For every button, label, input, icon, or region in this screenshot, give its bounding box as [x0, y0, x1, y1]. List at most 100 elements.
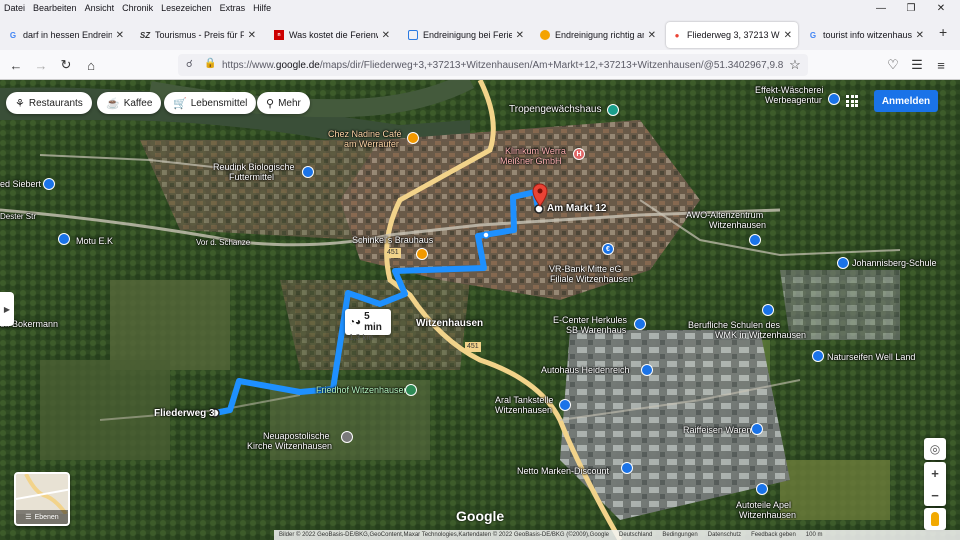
school-icon[interactable] — [762, 304, 774, 316]
shopping-icon[interactable] — [751, 423, 763, 435]
place-johannisberg[interactable]: Johannisberg-Schule — [852, 258, 937, 268]
place-apel[interactable]: Autoteile Apel — [736, 500, 791, 510]
maximize-icon[interactable]: ❐ — [896, 0, 926, 16]
menu-extras[interactable]: Extras — [216, 3, 250, 13]
zoom-out-button[interactable]: − — [931, 488, 939, 503]
shop-icon[interactable] — [43, 178, 55, 190]
place-neuapostolische[interactable]: Neuapostolische — [263, 431, 330, 441]
close-window-icon[interactable]: ✕ — [926, 0, 956, 16]
place-awo[interactable]: AWO-Altenzentrum — [686, 210, 763, 220]
car-icon[interactable] — [641, 364, 653, 376]
chip-kaffee[interactable]: ☕ Kaffee — [97, 92, 162, 114]
menu-bearbeiten[interactable]: Bearbeiten — [29, 3, 81, 13]
menu-icon[interactable]: ≡ — [932, 56, 950, 74]
chip-mehr[interactable]: ⚲ Mehr — [257, 92, 310, 114]
bank-icon[interactable]: € — [602, 243, 614, 255]
place-witzenhausen[interactable]: Witzenhausen — [416, 319, 483, 329]
collapse-panel-button[interactable]: ▶ — [0, 292, 14, 326]
place-friedhof[interactable]: Friedhof Witzenhausen — [316, 385, 409, 395]
place-tropengewaechshaus[interactable]: Tropengewächshaus — [509, 105, 601, 115]
restaurant-icon[interactable] — [416, 248, 428, 260]
place-autohaus[interactable]: Autohaus Heidenreich — [541, 365, 630, 375]
pegman-icon[interactable] — [924, 508, 946, 530]
tab-0[interactable]: G darf in hessen Endreinigun ✕ — [2, 22, 130, 48]
menu-chronik[interactable]: Chronik — [118, 3, 157, 13]
place-klinikum[interactable]: Klinikum Werra — [505, 146, 566, 156]
place-netto[interactable]: Netto Marken-Discount — [517, 466, 609, 476]
scale-bar[interactable]: 100 m — [801, 532, 828, 538]
shop-icon[interactable] — [302, 166, 314, 178]
tab-1[interactable]: SZ Tourismus - Preis für Ferie ✕ — [134, 22, 262, 48]
my-location-icon[interactable]: ◎ — [924, 438, 946, 460]
signin-button[interactable]: Anmelden — [874, 90, 938, 112]
shopping-icon[interactable] — [621, 462, 633, 474]
place-raiffeisen[interactable]: Raiffeisen Waren — [683, 425, 752, 435]
place-ecenter[interactable]: E-Center Herkules — [553, 315, 627, 325]
menu-lesezeichen[interactable]: Lesezeichen — [157, 3, 216, 13]
chip-lebensmittel[interactable]: 🛒 Lebensmittel — [164, 92, 257, 114]
zoom-in-button[interactable]: + — [931, 466, 939, 481]
close-icon[interactable]: ✕ — [248, 30, 256, 41]
place-reudink[interactable]: Reudink Biologische — [213, 162, 295, 172]
tab-2[interactable]: n Was kostet die Ferienwohn ✕ — [268, 22, 396, 48]
footer-privacy-link[interactable]: Datenschutz — [703, 532, 746, 538]
shopping-icon[interactable] — [634, 318, 646, 330]
footer-country[interactable]: Deutschland — [614, 532, 657, 538]
forward-icon[interactable]: → — [32, 56, 50, 74]
church-icon[interactable] — [341, 431, 353, 443]
url-bar[interactable]: ☌ 🔒 https://www. google.de/maps/dir/Flied… — [178, 54, 808, 76]
minimize-icon[interactable]: — — [866, 0, 896, 16]
close-icon[interactable]: ✕ — [648, 30, 656, 41]
new-tab-icon[interactable]: + — [939, 24, 947, 40]
chip-restaurants[interactable]: ⚘ Restaurants — [6, 92, 92, 114]
close-icon[interactable]: ✕ — [916, 30, 924, 41]
home-icon[interactable]: ⌂ — [82, 56, 100, 74]
layers-button[interactable]: ☰ Ebenen — [14, 472, 70, 526]
tab-3[interactable]: Endreinigung bei Ferienwo ✕ — [402, 22, 530, 48]
apps-grid-icon[interactable] — [846, 95, 858, 107]
place-motu[interactable]: Motu E.K — [76, 236, 113, 246]
car-icon[interactable] — [756, 483, 768, 495]
library-icon[interactable]: ☰ — [908, 56, 926, 74]
lock-icon[interactable]: 🔒 — [204, 58, 216, 69]
reload-icon[interactable]: ↻ — [57, 56, 75, 74]
map-canvas[interactable]: Tropengewächshaus Effekt-Wäscherei Werbe… — [0, 80, 960, 540]
tab-6[interactable]: G tourist info witzenhausen ✕ — [802, 22, 930, 48]
route-destination-label[interactable]: Am Markt 12 — [547, 204, 606, 214]
place-siebert[interactable]: ed Siebert — [0, 179, 41, 189]
place-aral[interactable]: Aral Tankstelle — [495, 395, 553, 405]
place-vrbank[interactable]: VR-Bank Mitte eG — [549, 264, 622, 274]
school-icon[interactable] — [837, 257, 849, 269]
route-info-box[interactable]: ◔◕ 5 min 1,3 km — [345, 309, 391, 342]
cemetery-icon[interactable] — [405, 384, 417, 396]
place-schinkel[interactable]: Schinkel's Brauhaus — [352, 235, 433, 245]
tab-4[interactable]: Endreinigung richtig angeb ✕ — [534, 22, 662, 48]
close-icon[interactable]: ✕ — [516, 30, 524, 41]
place-effekt-waescherei[interactable]: Effekt-Wäscherei — [755, 85, 823, 95]
shop-icon[interactable] — [58, 233, 70, 245]
close-icon[interactable]: ✕ — [784, 30, 792, 41]
close-icon[interactable]: ✕ — [382, 30, 390, 41]
close-icon[interactable]: ✕ — [116, 30, 124, 41]
hospital-icon[interactable]: H — [573, 148, 585, 160]
menu-datei[interactable]: Datei — [0, 3, 29, 13]
footer-terms-link[interactable]: Bedingungen — [657, 532, 702, 538]
place-naturseifen[interactable]: Naturseifen Well Land — [827, 352, 915, 362]
cafe-icon[interactable] — [407, 132, 419, 144]
tracking-shield-icon[interactable]: ☌ — [186, 59, 193, 70]
bookmark-star-icon[interactable]: ☆ — [786, 56, 804, 74]
shop-icon[interactable] — [828, 93, 840, 105]
route-start-label[interactable]: Fliederweg 3 — [154, 409, 215, 419]
menu-ansicht[interactable]: Ansicht — [81, 3, 119, 13]
tab-5[interactable]: ● Fliederweg 3, 37213 Witze ✕ — [666, 22, 798, 48]
gas-station-icon[interactable] — [559, 399, 571, 411]
shopping-icon[interactable] — [812, 350, 824, 362]
place-berufliche-schulen[interactable]: Berufliche Schulen des — [688, 320, 780, 330]
garden-icon[interactable] — [607, 104, 619, 116]
place-chez-nadine[interactable]: Chez Nadine Café — [328, 129, 402, 139]
menu-hilfe[interactable]: Hilfe — [249, 3, 275, 13]
back-icon[interactable]: ← — [7, 56, 25, 74]
pocket-icon[interactable]: ♡ — [884, 56, 902, 74]
building-icon[interactable] — [749, 234, 761, 246]
footer-feedback-link[interactable]: Feedback geben — [746, 532, 801, 538]
